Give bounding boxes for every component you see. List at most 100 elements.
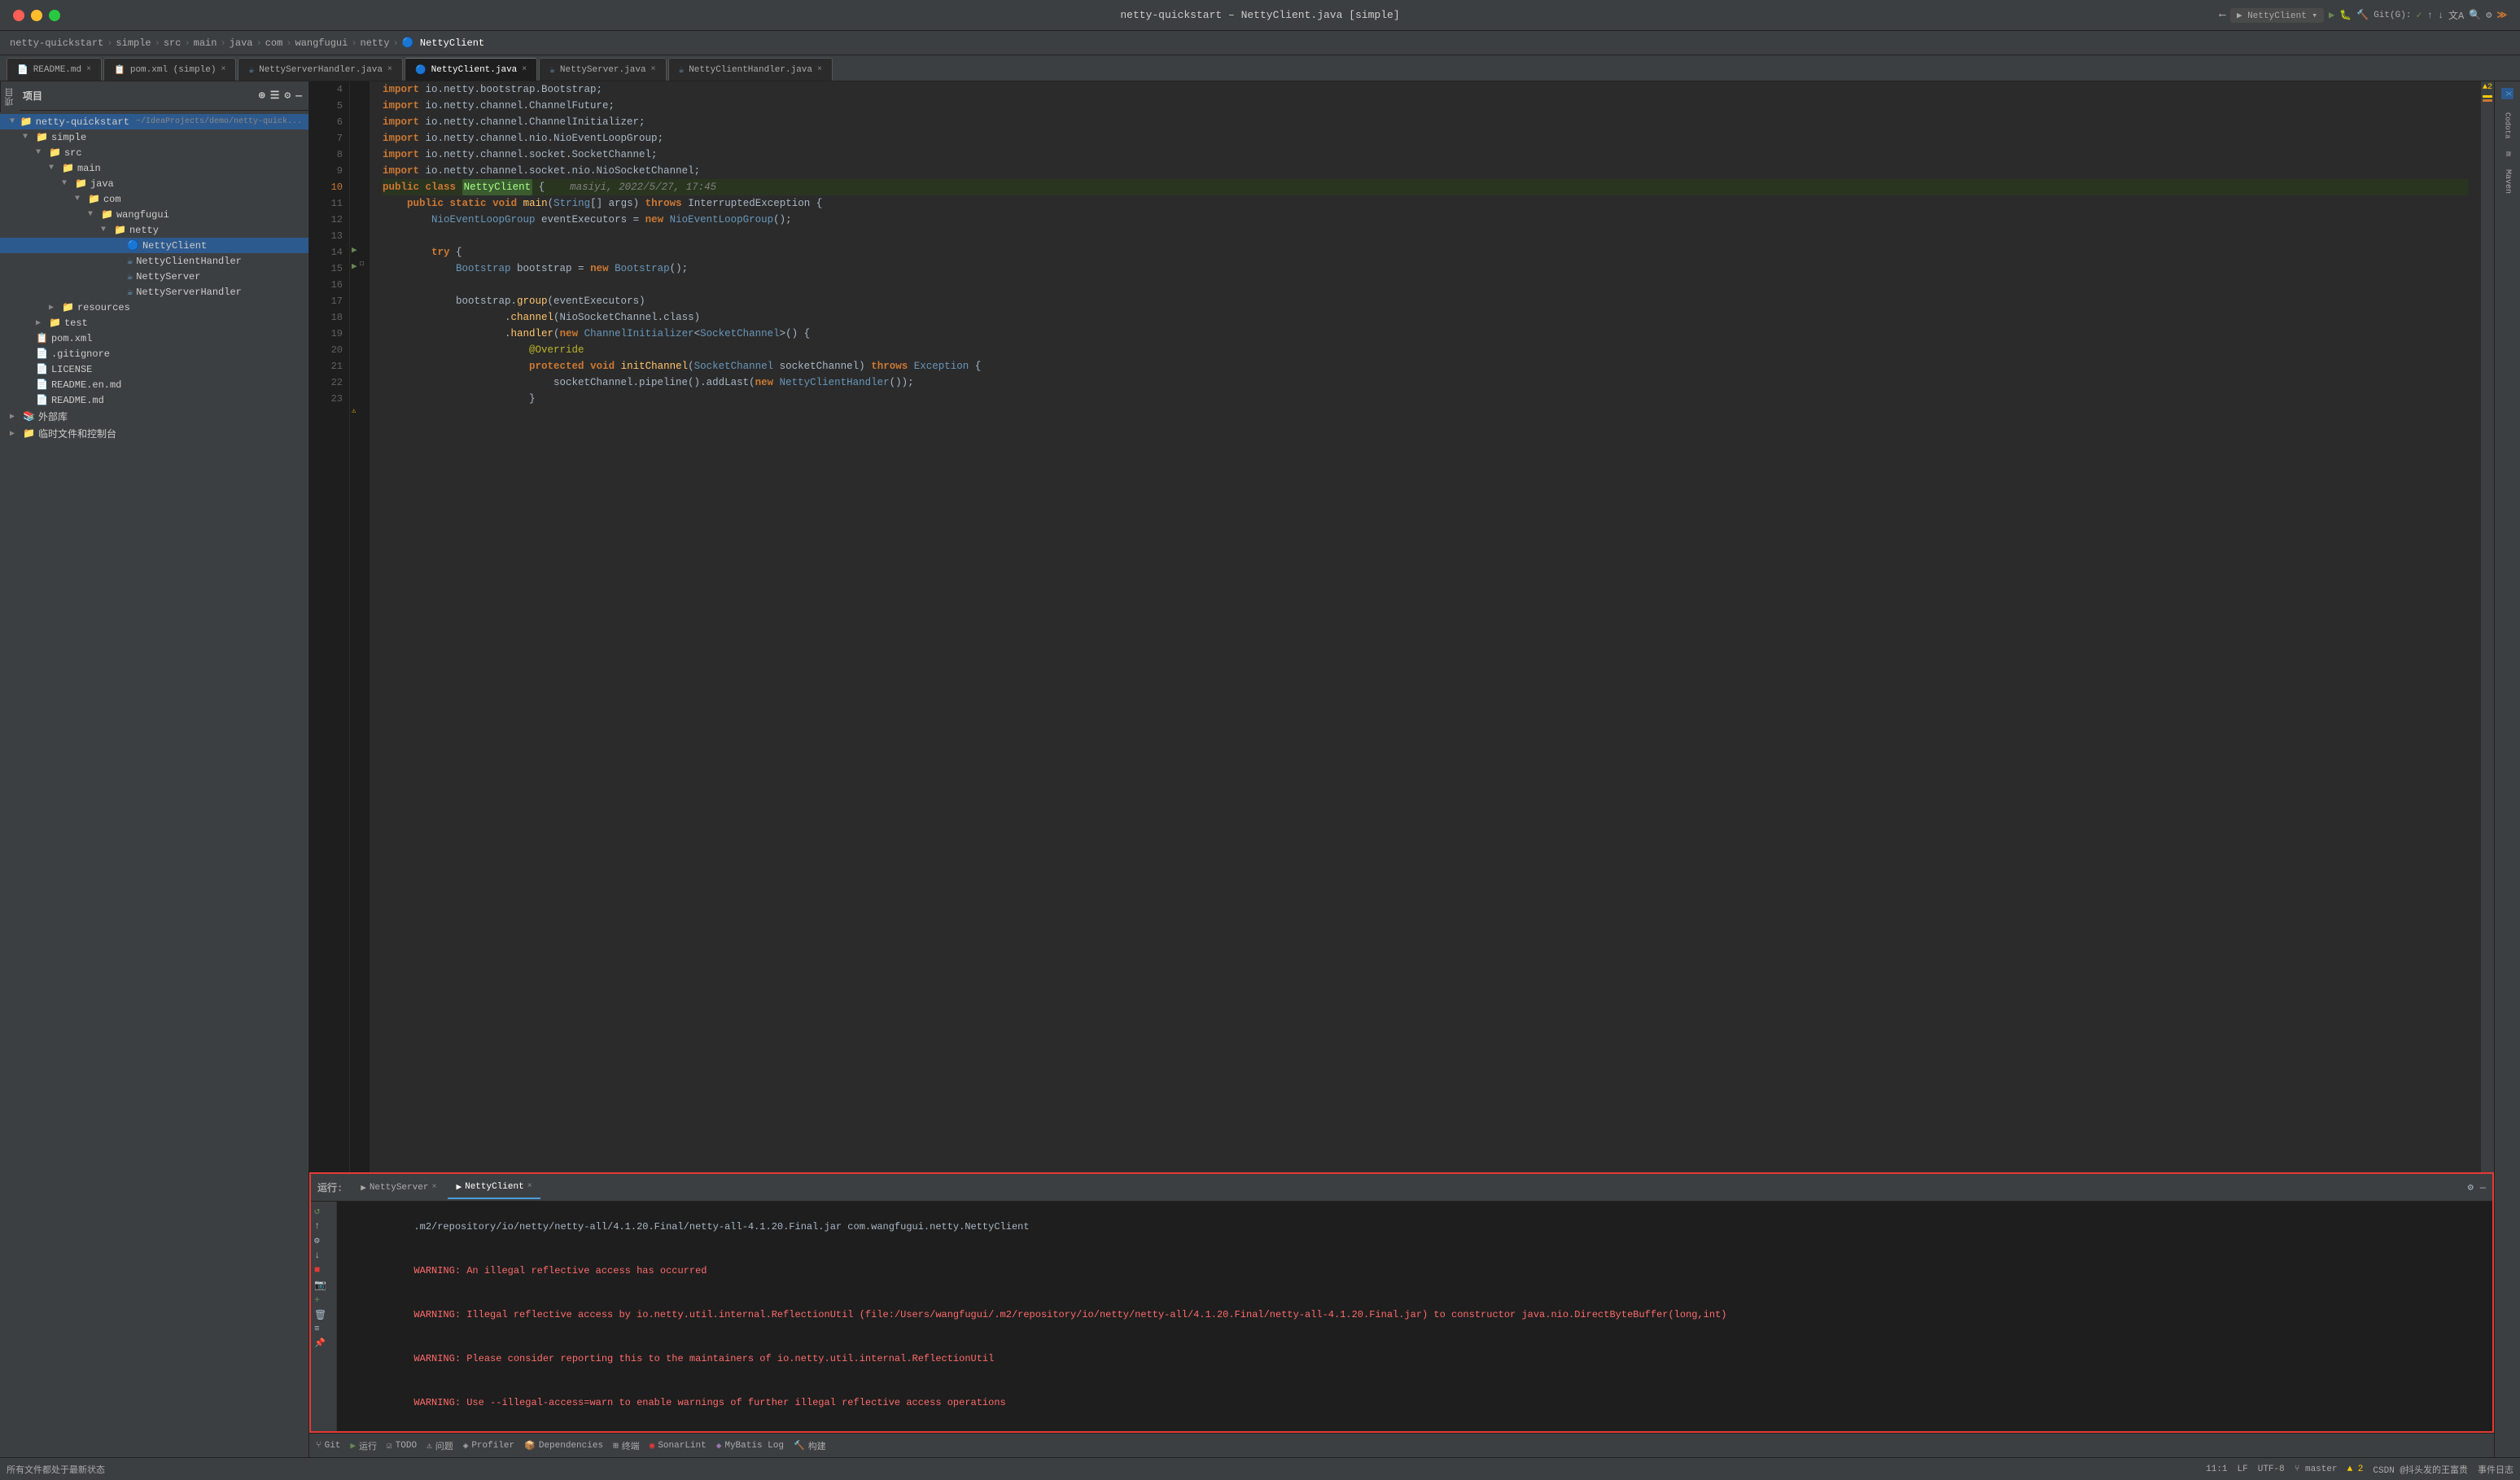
bottom-tab-netty-server[interactable]: ▶ NettyServer × [352,1176,444,1199]
wrap-icon[interactable]: ≡ [314,1325,333,1334]
console-output[interactable]: .m2/repository/io/netty/netty-all/4.1.20… [337,1202,2492,1431]
run-button-line10[interactable]: ▶ [352,244,357,256]
pin-icon[interactable]: 📌 [314,1338,333,1349]
settings-icon2[interactable]: ⚙ [314,1235,333,1246]
tab-close-server-handler[interactable]: × [387,65,392,74]
tree-pom-xml[interactable]: ▶ 📋 pom.xml [0,331,308,346]
right-sidebar-maven[interactable]: Maven [2503,169,2512,194]
toolbar-todo[interactable]: ☑ TODO [387,1440,417,1452]
breadcrumb-main[interactable]: main [194,37,217,49]
clear-icon[interactable]: + [314,1294,333,1306]
tree-server-handler[interactable]: ▶ ☕ NettyServerHandler [0,284,308,300]
settings-icon[interactable]: ⚙ [2486,9,2492,21]
close-button[interactable] [13,10,24,21]
right-sidebar-icon1[interactable]: X [2501,88,2513,99]
tab-pom[interactable]: 📋 pom.xml (simple) × [103,58,236,81]
tree-simple[interactable]: ▼ 📁 simple [0,129,308,145]
tab-close-client-handler[interactable]: × [817,65,822,74]
sync-icon[interactable]: ⊕ [259,90,265,102]
settings-icon[interactable]: ⚙ [284,90,291,102]
toolbar-profiler[interactable]: ◈ Profiler [463,1440,514,1452]
breadcrumb-com[interactable]: com [265,37,283,49]
search-icon[interactable]: 🔍 [2469,9,2481,21]
vcs-icon[interactable]: ⟵ [2220,9,2225,21]
tab-close-pom[interactable]: × [221,65,225,74]
tree-readme[interactable]: ▶ 📄 README.md [0,392,308,408]
panel-settings-icon[interactable]: ⚙ [2468,1181,2474,1193]
toolbar-mybatis[interactable]: ◆ MyBatis Log [716,1440,784,1452]
tab-server-handler[interactable]: ☕ NettyServerHandler.java × [238,58,402,81]
tab-readme[interactable]: 📄 README.md × [7,58,102,81]
breadcrumb-root[interactable]: netty-quickstart [10,37,103,49]
tree-external-libs[interactable]: ▶ 📚 外部库 [0,408,308,425]
tree-expand-arrow[interactable]: ▼ [10,117,17,126]
maximize-button[interactable] [49,10,60,21]
right-sidebar-codota[interactable]: Codota [2504,112,2512,138]
tab-server[interactable]: ☕ NettyServer.java × [539,58,666,81]
camera-icon[interactable]: 📷 [314,1279,333,1291]
tree-com[interactable]: ▼ 📁 com [0,191,308,207]
help-icon[interactable]: ≫ [2496,9,2507,21]
minimize-button[interactable] [31,10,42,21]
breadcrumb-simple[interactable]: simple [116,37,151,49]
git-up[interactable]: ↑ [2427,10,2433,21]
client-tab-close[interactable]: × [527,1182,532,1191]
bookmark-line11[interactable]: □ [360,261,364,268]
debug-button[interactable]: 🐛 [2339,9,2352,21]
tree-root[interactable]: ▼ 📁 netty-quickstart ~/IdeaProjects/demo… [0,114,308,129]
tree-netty[interactable]: ▼ 📁 netty [0,222,308,238]
tree-readme-en[interactable]: ▶ 📄 README.en.md [0,377,308,392]
collapse-icon[interactable]: ☰ [270,90,280,102]
tree-test[interactable]: ▶ 📁 test [0,315,308,331]
close-sidebar-icon[interactable]: — [295,90,302,102]
breadcrumb-wangfugui[interactable]: wangfugui [295,37,348,49]
warning-line19[interactable]: ⚠ [352,407,356,415]
tree-gitignore[interactable]: ▶ 📄 .gitignore [0,346,308,361]
git-check[interactable]: ✓ [2416,9,2422,21]
tab-close-server[interactable]: × [651,65,656,74]
tree-src[interactable]: ▼ 📁 src [0,145,308,160]
toolbar-terminal[interactable]: ⊞ 终端 [613,1439,640,1452]
toolbar-git[interactable]: ⑂ Git [316,1441,340,1451]
tree-main[interactable]: ▼ 📁 main [0,160,308,176]
scroll-down-icon[interactable]: ↓ [314,1250,333,1261]
server-tab-close[interactable]: × [431,1183,436,1192]
git-down[interactable]: ↓ [2438,10,2443,21]
tree-java[interactable]: ▼ 📁 java [0,176,308,191]
build-button[interactable]: 🔨 [2356,9,2369,21]
tab-client-handler[interactable]: ☕ NettyClientHandler.java × [668,58,833,81]
warning-count[interactable]: ▲2 [2483,83,2492,92]
toolbar-build[interactable]: 🔨 构建 [794,1439,826,1452]
panel-close-icon[interactable]: — [2480,1182,2486,1193]
run-button[interactable]: ▶ [2329,9,2334,21]
toolbar-dependencies[interactable]: 📦 Dependencies [524,1440,603,1452]
stop-icon[interactable]: ■ [314,1264,333,1276]
trash-icon[interactable]: 🗑 [314,1309,333,1321]
tree-resources[interactable]: ▶ 📁 resources [0,300,308,315]
tab-close-client[interactable]: × [522,65,527,74]
translate-icon[interactable]: 文A [2448,8,2464,22]
tree-scratches[interactable]: ▶ 📁 临时文件和控制台 [0,425,308,442]
tree-netty-server[interactable]: ▶ ☕ NettyServer [0,269,308,284]
window-controls[interactable] [13,10,60,21]
right-sidebar-m[interactable]: m [2503,151,2512,156]
restart-icon[interactable]: ↺ [314,1205,333,1217]
run-button-line11[interactable]: ▶ [352,261,357,272]
tree-license[interactable]: ▶ 📄 LICENSE [0,361,308,377]
toolbar-problems[interactable]: ⚠ 问题 [427,1439,453,1452]
run-config-dropdown[interactable]: ▶ NettyClient ▾ [2230,8,2324,23]
bottom-tab-netty-client[interactable]: ▶ NettyClient × [448,1176,540,1199]
breadcrumb-file[interactable]: 🔵 NettyClient [402,37,484,49]
tree-wangfugui[interactable]: ▼ 📁 wangfugui [0,207,308,222]
breadcrumb-java[interactable]: java [230,37,253,49]
toolbar-sonar[interactable]: ◉ SonarLint [650,1440,707,1452]
vcs-master[interactable]: ⑂ master [2295,1465,2338,1474]
tree-netty-client-handler[interactable]: ▶ ☕ NettyClientHandler [0,253,308,269]
breadcrumb-src[interactable]: src [164,37,182,49]
scroll-up-icon[interactable]: ↑ [314,1220,333,1232]
code-content[interactable]: import io.netty.bootstrap.Bootstrap; imp… [370,81,2481,1172]
toolbar-run[interactable]: ▶ 运行 [350,1439,377,1452]
tab-netty-client[interactable]: 🔵 NettyClient.java × [405,58,537,81]
breadcrumb-netty[interactable]: netty [361,37,390,49]
tab-close-readme[interactable]: × [86,65,91,74]
